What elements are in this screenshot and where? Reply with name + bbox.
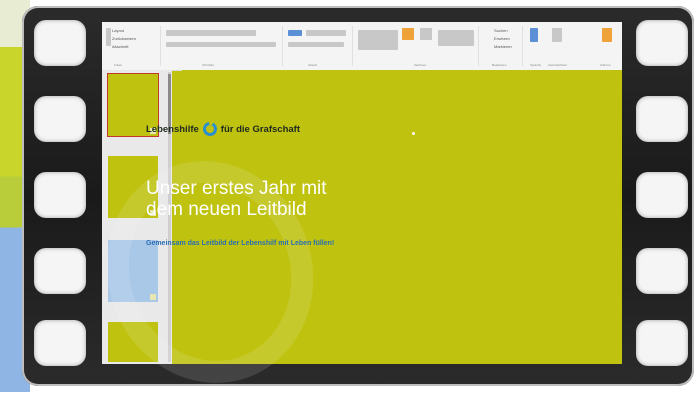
quick-styles-icon[interactable] xyxy=(420,28,432,40)
shapes-gallery-icon[interactable] xyxy=(358,30,398,50)
slide-title[interactable]: Unser erstes Jahr mit dem neuen Leitbild xyxy=(146,178,466,220)
search-item[interactable]: Suchen xyxy=(494,28,508,33)
group-label: Folien xyxy=(114,63,123,67)
paste-icon[interactable] xyxy=(106,28,111,46)
ribbon-layout[interactable]: Layout xyxy=(112,28,124,33)
film-hole xyxy=(34,20,86,66)
film-hole xyxy=(34,248,86,294)
film-hole xyxy=(34,172,86,218)
shape-format-icons[interactable] xyxy=(438,30,474,46)
film-hole xyxy=(636,320,688,366)
lebenshilfe-logo: Lebenshilfe für die Grafschaft xyxy=(146,121,300,136)
ribbon-reset[interactable]: Zurücksetzen xyxy=(112,36,136,41)
film-hole xyxy=(34,96,86,142)
group-label: Zeichnen xyxy=(414,63,427,67)
ribbon-section[interactable]: Abschnitt xyxy=(112,44,128,49)
logo-text-left: Lebenshilfe xyxy=(146,123,199,135)
group-label: Absatz xyxy=(308,63,318,67)
mouse-cursor xyxy=(412,132,415,135)
select-item[interactable]: Markieren xyxy=(494,44,512,49)
paragraph-icons[interactable] xyxy=(288,42,344,47)
dictate-icon[interactable] xyxy=(530,28,538,42)
replace-item[interactable]: Ersetzen xyxy=(494,36,510,41)
group-label: Add-Ins xyxy=(600,63,611,67)
format-icons[interactable] xyxy=(166,42,276,47)
group-label: Schriftart xyxy=(202,63,215,67)
arrange-icon[interactable] xyxy=(402,28,414,40)
film-hole xyxy=(636,248,688,294)
addins-icon[interactable] xyxy=(602,28,612,42)
film-hole xyxy=(636,96,688,142)
group-label: Sprache xyxy=(530,63,542,67)
slide-subtitle[interactable]: Gemeinsam das Leitbild der Lebenshilf mi… xyxy=(146,240,334,247)
group-label: Bearbeiten xyxy=(492,63,507,67)
group-label: Vertraulichkeit xyxy=(548,63,567,67)
film-hole xyxy=(636,172,688,218)
logo-text-right: für die Grafschaft xyxy=(220,123,300,135)
logo-icon xyxy=(202,121,217,136)
ribbon: Layout Zurücksetzen Abschnitt Suchen Ers… xyxy=(102,22,622,71)
sensitivity-icon[interactable] xyxy=(552,28,562,42)
list-icon[interactable] xyxy=(288,30,302,36)
align-icons[interactable] xyxy=(306,30,346,36)
font-box[interactable] xyxy=(166,30,256,36)
film-hole xyxy=(636,20,688,66)
film-hole xyxy=(34,320,86,366)
